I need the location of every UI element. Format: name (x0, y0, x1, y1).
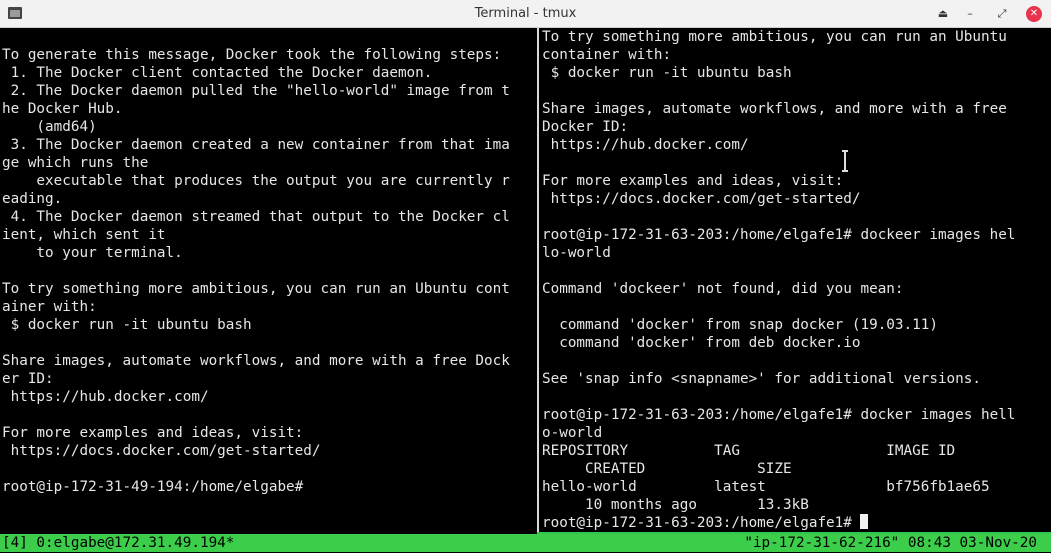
terminal-line: https://docs.docker.com/get-started/ (542, 191, 861, 207)
terminal-line: command 'docker' from deb docker.io (542, 335, 861, 351)
terminal-line: he Docker Hub. (2, 101, 123, 117)
terminal-line: REPOSITORY TAG IMAGE ID (542, 443, 956, 459)
window-title: Terminal - tmux (474, 6, 577, 21)
terminal-line: Docker ID: (542, 119, 629, 135)
terminal-line: ge which runs the (2, 155, 149, 171)
terminal-line: 4. The Docker daemon streamed that outpu… (2, 209, 510, 225)
shell-prompt: root@ip-172-31-63-203:/home/elgafe1# (542, 515, 861, 531)
terminal-line: root@ip-172-31-63-203:/home/elgafe1# doc… (542, 407, 1016, 423)
terminal-line: o-world (542, 425, 603, 441)
terminal-line: $ docker run -it ubuntu bash (2, 317, 252, 333)
terminal-line: See 'snap info <snapname>' for additiona… (542, 371, 981, 387)
terminal-line: Share images, automate workflows, and mo… (542, 101, 1007, 117)
pane-divider-vertical[interactable] (537, 28, 539, 533)
terminal-line: to your terminal. (2, 245, 183, 261)
terminal-line: 1. The Docker client contacted the Docke… (2, 65, 433, 81)
terminal-line: 2. The Docker daemon pulled the "hello-w… (2, 83, 510, 99)
text-cursor-icon (842, 150, 848, 172)
block-cursor (860, 514, 869, 529)
terminal-line: https://hub.docker.com/ (2, 389, 209, 405)
terminal-prompt-line[interactable]: root@ip-172-31-63-203:/home/elgafe1# (542, 514, 1047, 532)
terminal-line: https://docs.docker.com/get-started/ (2, 443, 321, 459)
terminal-line: For more examples and ideas, visit: (542, 173, 844, 189)
status-window-list[interactable]: [4] 0:elgabe@172.31.49.194* (2, 534, 234, 552)
terminal-line: Command 'dockeer' not found, did you mea… (542, 281, 904, 297)
terminal-line: eading. (2, 191, 63, 207)
terminal-line: ient, which sent it (2, 227, 166, 243)
status-host-clock: "ip-172-31-62-216" 08:43 03-Nov-20 (744, 535, 1037, 551)
terminal-line: $ docker run -it ubuntu bash (542, 65, 792, 81)
terminal-line: container with: (542, 47, 672, 63)
terminal-line: executable that produces the output you … (2, 173, 510, 189)
terminal-line: 10 months ago 13.3kB (542, 497, 809, 513)
terminal-line: To generate this message, Docker took th… (2, 47, 502, 63)
terminal-line: root@ip-172-31-63-203:/home/elgafe1# doc… (542, 227, 1016, 243)
terminal-line: ainer with: (2, 299, 97, 315)
window-titlebar[interactable]: Terminal - tmux ⏏ – ⤢ ✕ (0, 0, 1051, 28)
minimize-window-button[interactable]: – (962, 6, 978, 22)
terminal-line: hello-world latest bf756fb1ae65 (542, 479, 990, 495)
terminal-line: Share images, automate workflows, and mo… (2, 353, 510, 369)
shade-window-button[interactable]: ⏏ (935, 6, 951, 22)
terminal-line: To try something more ambitious, you can… (542, 29, 1007, 45)
terminal-line: CREATED SIZE (542, 461, 792, 477)
terminal-line: To try something more ambitious, you can… (2, 281, 510, 297)
terminal-line: (amd64) (2, 119, 97, 135)
terminal-line: command 'docker' from snap docker (19.03… (542, 317, 938, 333)
maximize-window-button[interactable]: ⤢ (994, 6, 1010, 22)
terminal-line: 3. The Docker daemon created a new conta… (2, 137, 510, 153)
terminal-line: er ID: (2, 371, 54, 387)
close-window-button[interactable]: ✕ (1026, 6, 1042, 22)
terminal-line: lo-world (542, 245, 611, 261)
tmux-pane-right[interactable]: To try something more ambitious, you can… (542, 28, 1047, 533)
tmux-pane-left[interactable]: To generate this message, Docker took th… (2, 28, 535, 551)
terminal-line: For more examples and ideas, visit: (2, 425, 304, 441)
tmux-status-bar: [4] 0:elgabe@172.31.49.194* "ip-172-31-6… (0, 534, 1051, 552)
terminal-line: https://hub.docker.com/ (542, 137, 749, 153)
terminal-area[interactable]: To generate this message, Docker took th… (0, 28, 1051, 544)
terminal-line: root@ip-172-31-49-194:/home/elgabe# (2, 479, 304, 495)
